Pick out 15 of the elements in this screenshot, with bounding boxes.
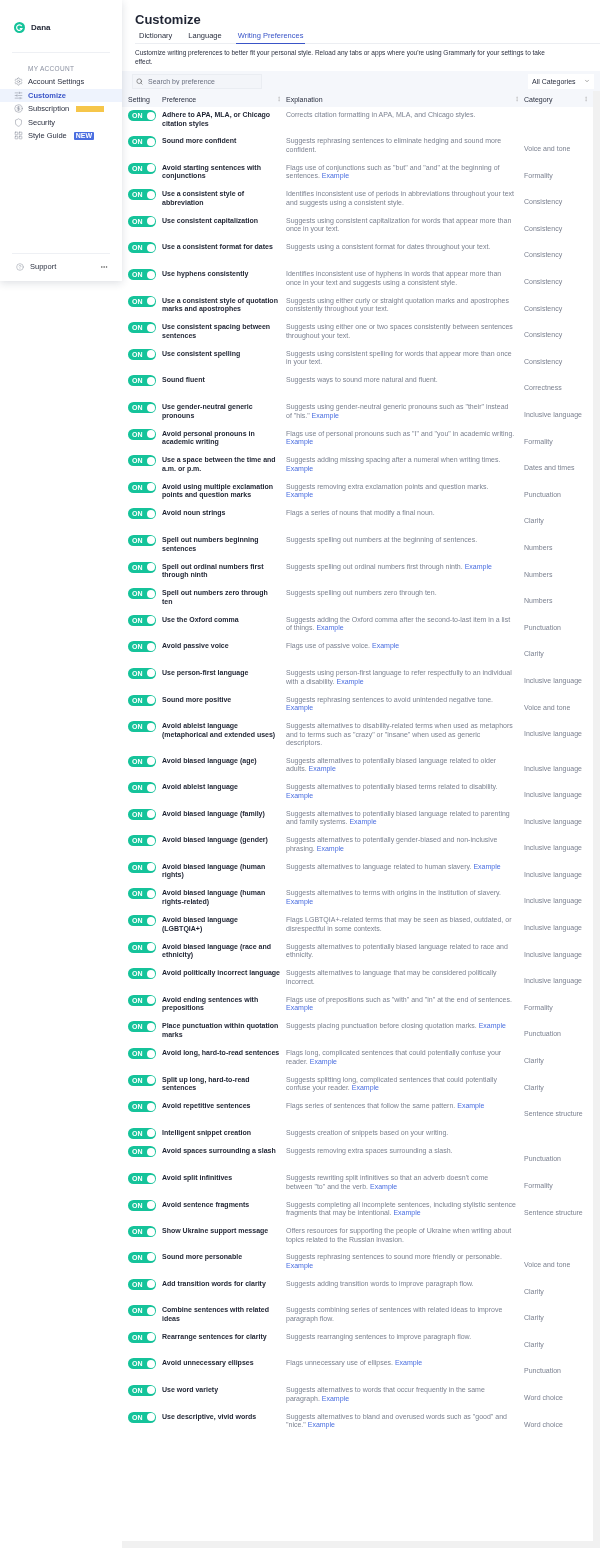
search-icon (136, 77, 143, 85)
plan-badge (76, 105, 105, 112)
help-icon (16, 262, 24, 271)
user-name: Dana (31, 23, 51, 32)
sliders-icon (14, 90, 23, 100)
grid-icon (14, 131, 23, 141)
gear-icon (14, 77, 23, 87)
column-menu-icon[interactable] (276, 96, 282, 102)
column-menu-icon[interactable] (514, 96, 520, 102)
column-menu-icon[interactable] (583, 96, 589, 102)
page-title: Customize (135, 12, 202, 27)
logo-icon (14, 22, 25, 33)
shield-icon (14, 117, 23, 127)
chevron-down-icon (584, 78, 590, 84)
dollar-icon (14, 104, 23, 114)
